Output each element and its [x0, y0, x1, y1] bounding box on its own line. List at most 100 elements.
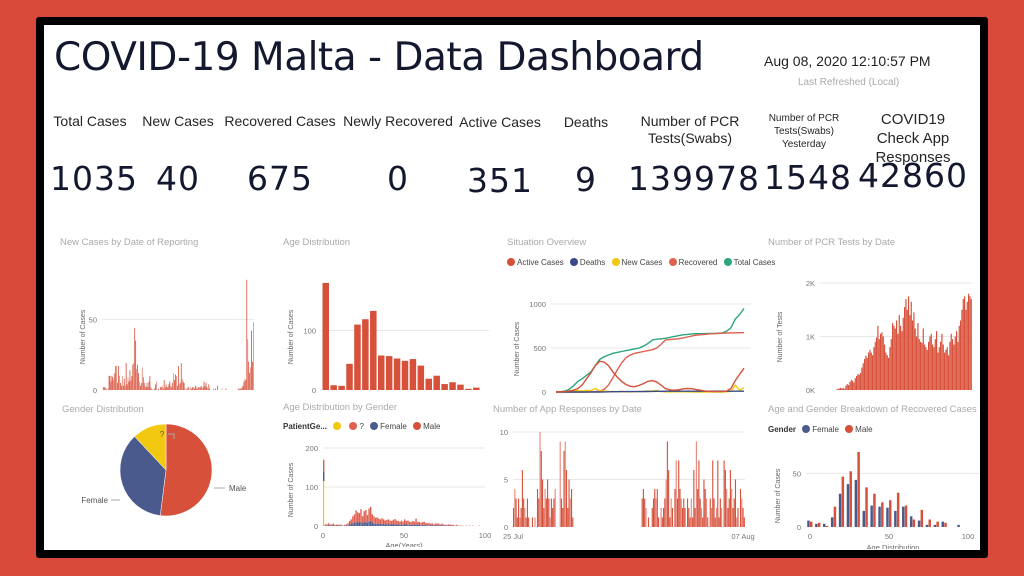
- y-tick-label: 1000: [529, 300, 546, 309]
- legend-item-deaths[interactable]: Deaths: [569, 258, 605, 267]
- bar: [177, 385, 178, 390]
- bar-female: [408, 524, 411, 526]
- bar: [175, 374, 176, 390]
- bar: [550, 498, 552, 527]
- kpi-total-cases[interactable]: Total Cases 1035: [50, 113, 137, 203]
- legend-item-recovered[interactable]: Recovered: [668, 258, 717, 267]
- bar: [676, 498, 679, 527]
- bar: [385, 356, 393, 390]
- bar-male: [394, 518, 396, 525]
- bar: [741, 498, 743, 527]
- chart-new-cases[interactable]: New Cases by Date of Reporting 0 50 Mar 20…: [60, 237, 260, 417]
- bar-female: [332, 525, 335, 526]
- bar: [518, 498, 520, 527]
- bar: [668, 470, 670, 527]
- legend-item-unknown[interactable]: ?: [349, 422, 364, 431]
- bar: [918, 339, 920, 390]
- legend-item-active-cases[interactable]: Active Cases: [507, 258, 564, 267]
- bar: [519, 517, 521, 527]
- bar-male: [335, 524, 338, 526]
- bar: [669, 517, 671, 527]
- bar-male: [353, 514, 356, 523]
- chart-title: Age and Gender Breakdown of Recovered Ca…: [768, 404, 977, 415]
- legend-item-female[interactable]: Female: [370, 422, 407, 431]
- bar: [137, 364, 138, 390]
- chart-age-by-gender[interactable]: Age Distribution by Gender PatientGe... …: [283, 402, 493, 550]
- kpi-app-responses[interactable]: COVID19 Check App Responses 42860: [856, 110, 970, 200]
- bar-male: [405, 520, 408, 525]
- bar-female: [402, 524, 404, 526]
- bar-male: [408, 521, 411, 525]
- kpi-new-cases[interactable]: New Cases 40: [138, 113, 218, 203]
- bar-female: [366, 522, 369, 526]
- bar: [190, 387, 192, 390]
- bar: [654, 489, 656, 527]
- bar: [921, 342, 923, 390]
- bar-male: [381, 518, 383, 524]
- bar: [193, 387, 194, 390]
- bar-female: [416, 524, 419, 526]
- x-tick-label: Jul 2020: [199, 396, 227, 397]
- chart-app-responses[interactable]: Number of App Responses by Date 0 5 10 25 J…: [493, 404, 765, 549]
- legend-item-blank[interactable]: [333, 422, 343, 431]
- kpi-pcr-tests-yesterday[interactable]: Number of PCR Tests(Swabs) Yesterday 154…: [764, 112, 851, 202]
- bar-female: [862, 510, 865, 527]
- chart-situation-overview[interactable]: Situation Overview Active Cases Deaths N…: [507, 237, 775, 417]
- bar: [158, 388, 159, 390]
- bar: [684, 508, 686, 527]
- bar: [425, 378, 433, 390]
- bar: [699, 498, 701, 527]
- bar: [734, 479, 737, 527]
- bar: [172, 382, 174, 390]
- bar: [191, 388, 193, 390]
- legend-label: Active Cases: [517, 258, 564, 267]
- kpi-active-cases[interactable]: Active Cases 351: [456, 114, 544, 204]
- bar: [880, 333, 882, 390]
- chart-pcr-tests[interactable]: Number of PCR Tests by Date 0K 1K 2K Apr 20…: [768, 237, 978, 417]
- bar: [970, 299, 972, 390]
- bar-female: [395, 524, 398, 526]
- chart-gender-distribution[interactable]: Gender Distribution Male Female?: [62, 404, 272, 544]
- refresh-label: Last Refreshed (Local): [798, 77, 900, 88]
- bar-male: [865, 487, 868, 527]
- bar: [717, 460, 719, 527]
- bar-male: [420, 522, 422, 526]
- bar: [718, 517, 720, 527]
- chart-age-distribution[interactable]: Age Distribution 0100050100DateNumber of…: [283, 237, 493, 417]
- bar: [176, 375, 177, 390]
- legend-item-male[interactable]: Male: [845, 425, 873, 434]
- bar: [115, 365, 117, 390]
- bar: [521, 470, 523, 527]
- bar-male: [326, 524, 328, 526]
- bar-female: [436, 525, 438, 526]
- bar: [565, 470, 568, 527]
- legend-item-new-cases[interactable]: New Cases: [611, 258, 662, 267]
- legend-item-female[interactable]: Female: [802, 425, 839, 434]
- bar: [961, 309, 963, 390]
- bar-female: [386, 524, 388, 526]
- kpi-pcr-tests[interactable]: Number of PCR Tests(Swabs) 139978: [628, 113, 759, 203]
- bar: [886, 355, 888, 390]
- kpi-newly-recovered[interactable]: Newly Recovered 0: [340, 113, 456, 203]
- bar: [409, 359, 417, 390]
- legend-title: Gender: [768, 425, 797, 434]
- bar: [203, 381, 205, 390]
- legend-item-male[interactable]: Male: [413, 422, 440, 431]
- kpi-recovered-cases[interactable]: Recovered Cases 675: [224, 113, 336, 203]
- bar: [954, 336, 956, 390]
- bar-female: [426, 525, 429, 526]
- kpi-deaths[interactable]: Deaths 9: [556, 114, 616, 204]
- bar-female: [830, 517, 834, 527]
- bar: [864, 358, 866, 390]
- bar: [116, 365, 118, 390]
- bar-male: [429, 523, 432, 526]
- bar: [180, 363, 182, 390]
- bar-male: [376, 517, 378, 524]
- bar: [514, 489, 516, 527]
- bar: [678, 460, 680, 527]
- bar-male: [363, 511, 365, 523]
- bar-male: [857, 452, 860, 527]
- bar: [707, 517, 709, 527]
- bar: [108, 375, 110, 390]
- chart-recovered-age-gender[interactable]: Age and Gender Breakdown of Recovered Ca…: [768, 404, 980, 550]
